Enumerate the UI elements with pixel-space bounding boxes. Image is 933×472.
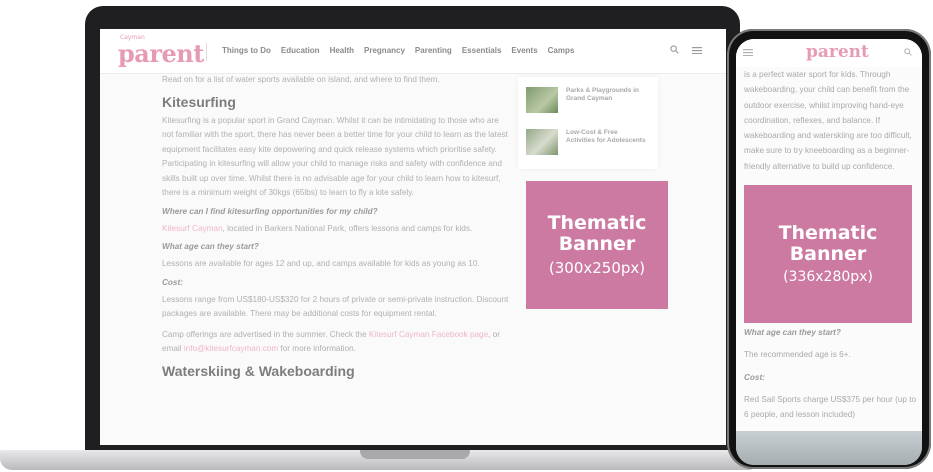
related-article-title: Parks & Playgrounds in Grand Cayman [566, 87, 639, 102]
nav-item-pregnancy[interactable]: Pregnancy [364, 46, 405, 55]
article-thumbnail [526, 87, 558, 113]
answer-age: Lessons are available for ages 12 and up… [162, 259, 480, 268]
phone-screen: parent is a perfect water sport for kids… [736, 39, 922, 465]
banner-title-line1: Thematic [547, 211, 647, 234]
heading-waterskiing: Waterskiing & Wakeboarding [162, 362, 355, 379]
mobile-article-image [736, 431, 922, 465]
thematic-banner-mobile[interactable]: Thematic Banner (336x280px) [744, 185, 912, 323]
site-logo[interactable]: parent [118, 39, 204, 68]
banner-title-line2: Banner [789, 243, 867, 265]
nav-item-parenting[interactable]: Parenting [415, 46, 452, 55]
kitesurfing-paragraph: Kitesurfing is a popular sport in Grand … [162, 115, 508, 198]
banner-size: (300x250px) [548, 259, 646, 278]
article-intro: Read on for a list of water sports avail… [162, 75, 440, 84]
article-thumbnail [526, 129, 558, 155]
question-where: Where can I find kitesurfing opportuniti… [162, 206, 378, 216]
camp-info-text-1: Camp offerings are advertised in the sum… [162, 329, 369, 339]
question-age: What age can they start? [162, 242, 259, 251]
header-divider [206, 43, 207, 61]
menu-icon[interactable] [743, 49, 753, 56]
mobile-logo[interactable]: parent [806, 42, 869, 62]
mobile-question-cost: Cost: [744, 373, 765, 382]
link-facebook-page[interactable]: Kitesurf Cayman Facebook page [369, 330, 488, 339]
laptop-notch [360, 450, 470, 459]
nav-item-education[interactable]: Education [281, 46, 320, 55]
nav-item-health[interactable]: Health [330, 46, 354, 55]
link-email[interactable]: info@kitesurfcayman.com [184, 344, 278, 353]
mobile-paragraph: is a perfect water sport for kids. Throu… [744, 70, 912, 171]
answer-where: Kitesurf Cayman, located in Barkers Nati… [162, 222, 512, 237]
mobile-answer-cost: Red Sail Sports charge US$375 per hour (… [744, 395, 917, 420]
main-nav: Things to Do Education Health Pregnancy … [222, 46, 574, 55]
banner-title-line2: Banner [558, 233, 636, 255]
laptop-screen: Cayman parent Things to Do Education Hea… [100, 29, 726, 445]
mobile-question-age: What age can they start? [744, 328, 841, 337]
search-icon[interactable] [670, 45, 679, 54]
mobile-answer-age: The recommended age is 6+. [744, 350, 851, 359]
camp-info: Camp offerings are advertised in the sum… [162, 328, 512, 357]
heading-kitesurfing: Kitesurfing [162, 93, 236, 110]
nav-item-events[interactable]: Events [511, 46, 537, 55]
search-icon[interactable] [904, 48, 912, 56]
question-cost: Cost: [162, 277, 183, 287]
related-articles-card: Parks & Playgrounds in Grand Cayman Low-… [518, 77, 658, 169]
banner-size: (336x280px) [783, 269, 873, 286]
site-header: Cayman parent Things to Do Education Hea… [100, 29, 726, 74]
answer-where-text: , located in Barkers National Park, offe… [222, 223, 473, 233]
banner-title-line1: Thematic [778, 221, 878, 244]
thematic-banner-desktop[interactable]: Thematic Banner (300x250px) [526, 181, 668, 309]
related-article-item[interactable]: Low-Cost & Free Activities for Adolescen… [526, 129, 646, 155]
related-article-title: Low-Cost & Free Activities for Adolescen… [566, 129, 646, 144]
mobile-header: parent [736, 39, 922, 67]
nav-item-essentials[interactable]: Essentials [462, 46, 502, 55]
nav-item-camps[interactable]: Camps [548, 46, 575, 55]
menu-icon[interactable] [692, 47, 702, 54]
nav-item-things-to-do[interactable]: Things to Do [222, 46, 271, 55]
answer-cost: Lessons range from US$180-US$320 for 2 h… [162, 294, 509, 319]
link-kitesurf-cayman[interactable]: Kitesurf Cayman [162, 224, 223, 233]
related-article-item[interactable]: Parks & Playgrounds in Grand Cayman [526, 87, 656, 113]
camp-info-text-3: for more information. [278, 344, 356, 353]
article-body: Read on for a list of water sports avail… [162, 73, 512, 379]
